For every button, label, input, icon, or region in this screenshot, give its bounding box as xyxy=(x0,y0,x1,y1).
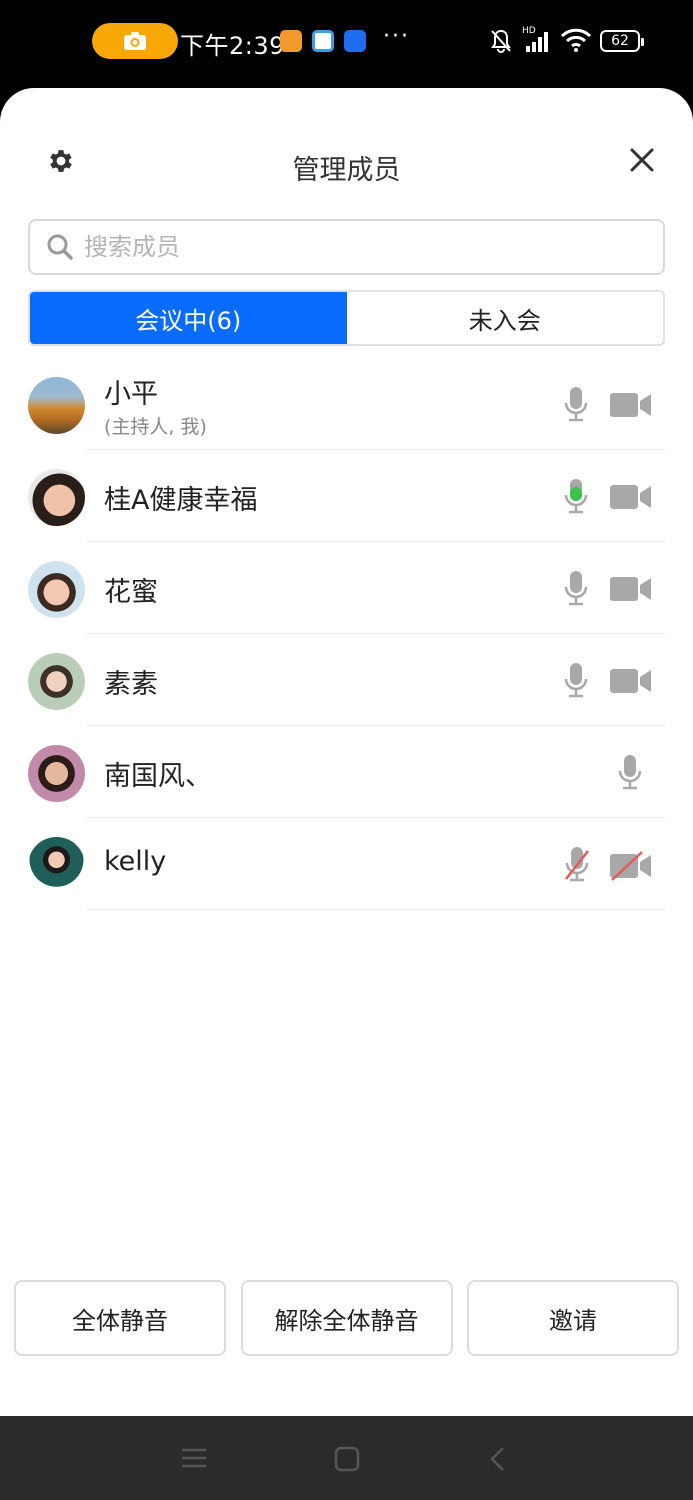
search-input[interactable] xyxy=(84,233,604,261)
member-name: 桂A健康幸福 xyxy=(104,485,258,516)
status-bar: 下午2:39 ··· HD 62 xyxy=(0,0,693,88)
microphone-icon[interactable] xyxy=(564,386,588,424)
member-row[interactable]: 花蜜 xyxy=(0,542,693,634)
avatar xyxy=(28,377,85,434)
tab-in-meeting[interactable]: 会议中(6) xyxy=(30,292,347,344)
close-icon[interactable] xyxy=(628,146,656,174)
video-camera-icon[interactable] xyxy=(610,667,652,695)
back-icon[interactable] xyxy=(488,1446,506,1472)
member-row[interactable]: 桂A健康幸福 xyxy=(0,450,693,542)
member-tabs: 会议中(6) 未入会 xyxy=(28,290,665,346)
status-time: 下午2:39 xyxy=(180,32,285,60)
member-name: 素素 xyxy=(104,669,158,700)
member-name: kelly xyxy=(104,846,167,877)
manage-members-sheet: 管理成员 会议中(6) 未入会 小平 (主持人, 我) xyxy=(0,88,693,1416)
member-name: 小平 xyxy=(104,379,158,410)
screen-record-pill[interactable] xyxy=(92,23,178,59)
microphone-icon[interactable] xyxy=(618,754,642,792)
mute-all-button[interactable]: 全体静音 xyxy=(14,1280,226,1356)
hd-badge: HD xyxy=(522,26,536,36)
avatar xyxy=(28,653,85,710)
notification-app-icon xyxy=(280,30,302,52)
search-icon xyxy=(47,234,73,260)
signal-icon: HD xyxy=(522,26,552,52)
row-divider xyxy=(86,909,665,910)
home-icon[interactable] xyxy=(334,1446,360,1472)
video-camera-icon[interactable] xyxy=(610,575,652,603)
wifi-icon xyxy=(560,28,592,52)
action-bar: 全体静音 解除全体静音 邀请 xyxy=(14,1280,679,1356)
video-camera-icon[interactable] xyxy=(610,391,652,419)
member-row[interactable]: 素素 xyxy=(0,634,693,726)
system-nav-bar xyxy=(0,1416,693,1500)
tab-not-joined[interactable]: 未入会 xyxy=(346,292,663,344)
bell-muted-icon xyxy=(491,29,511,53)
notification-chat-icon xyxy=(312,30,334,52)
video-camera-icon[interactable] xyxy=(610,483,652,511)
notification-meeting-icon xyxy=(344,30,366,52)
avatar xyxy=(28,561,85,618)
page-title: 管理成员 xyxy=(292,155,401,186)
member-name: 南国风、 xyxy=(104,761,212,792)
microphone-speaking-icon[interactable] xyxy=(564,478,588,516)
microphone-muted-icon[interactable] xyxy=(564,846,590,884)
video-camera-off-icon[interactable] xyxy=(610,851,652,881)
avatar xyxy=(28,745,85,802)
microphone-icon[interactable] xyxy=(564,662,588,700)
avatar xyxy=(28,469,85,526)
avatar xyxy=(28,837,85,894)
member-role: (主持人, 我) xyxy=(104,416,207,438)
camera-icon xyxy=(124,32,146,50)
search-box[interactable] xyxy=(28,219,665,275)
more-notifications-icon: ··· xyxy=(383,24,410,49)
unmute-all-button[interactable]: 解除全体静音 xyxy=(240,1280,453,1356)
member-row[interactable]: 小平 (主持人, 我) xyxy=(0,358,693,450)
member-list: 小平 (主持人, 我) 桂A健康幸福 花蜜 素素 南国风、 kelly xyxy=(0,358,693,910)
menu-icon[interactable] xyxy=(181,1447,207,1469)
battery-indicator: 62 xyxy=(600,30,644,52)
invite-button[interactable]: 邀请 xyxy=(467,1280,679,1356)
member-name: 花蜜 xyxy=(104,577,158,608)
member-row[interactable]: kelly xyxy=(0,818,693,910)
member-row[interactable]: 南国风、 xyxy=(0,726,693,818)
microphone-icon[interactable] xyxy=(564,570,588,608)
